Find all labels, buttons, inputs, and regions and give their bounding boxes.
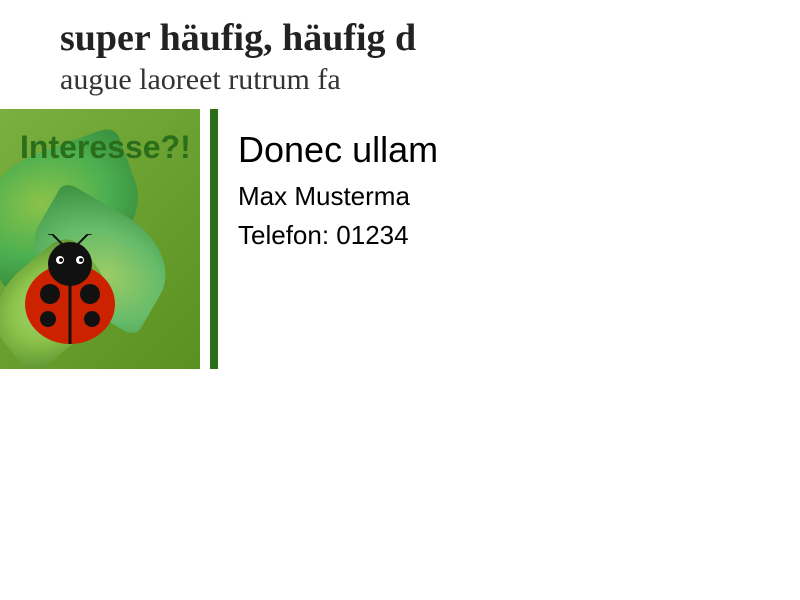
left-area: Interesse?!: [0, 109, 200, 369]
contact-text: Donec ullam Max Musterma Telefon: 01234: [228, 109, 448, 369]
contact-phone: Telefon: 01234: [238, 220, 438, 251]
canvas-and-scroll: super häufig, häufig d augue laoreet rut…: [0, 92, 800, 556]
canvas-text-second: augue laoreet rutrum fa: [0, 92, 800, 99]
vertical-green-line: [210, 109, 218, 369]
interesse-text: Interesse?!: [20, 129, 191, 166]
canvas-wrapper: // This runs too late; handled below 225…: [0, 74, 800, 578]
contact-person: Max Musterma: [238, 181, 438, 212]
ladybug-svg: [10, 234, 130, 359]
doc-canvas: super häufig, häufig d augue laoreet rut…: [0, 92, 800, 556]
main-area: // This runs too late; handled below 225…: [0, 74, 800, 578]
canvas-lower: Interesse?!: [0, 109, 800, 369]
contact-name: Donec ullam: [238, 129, 438, 171]
